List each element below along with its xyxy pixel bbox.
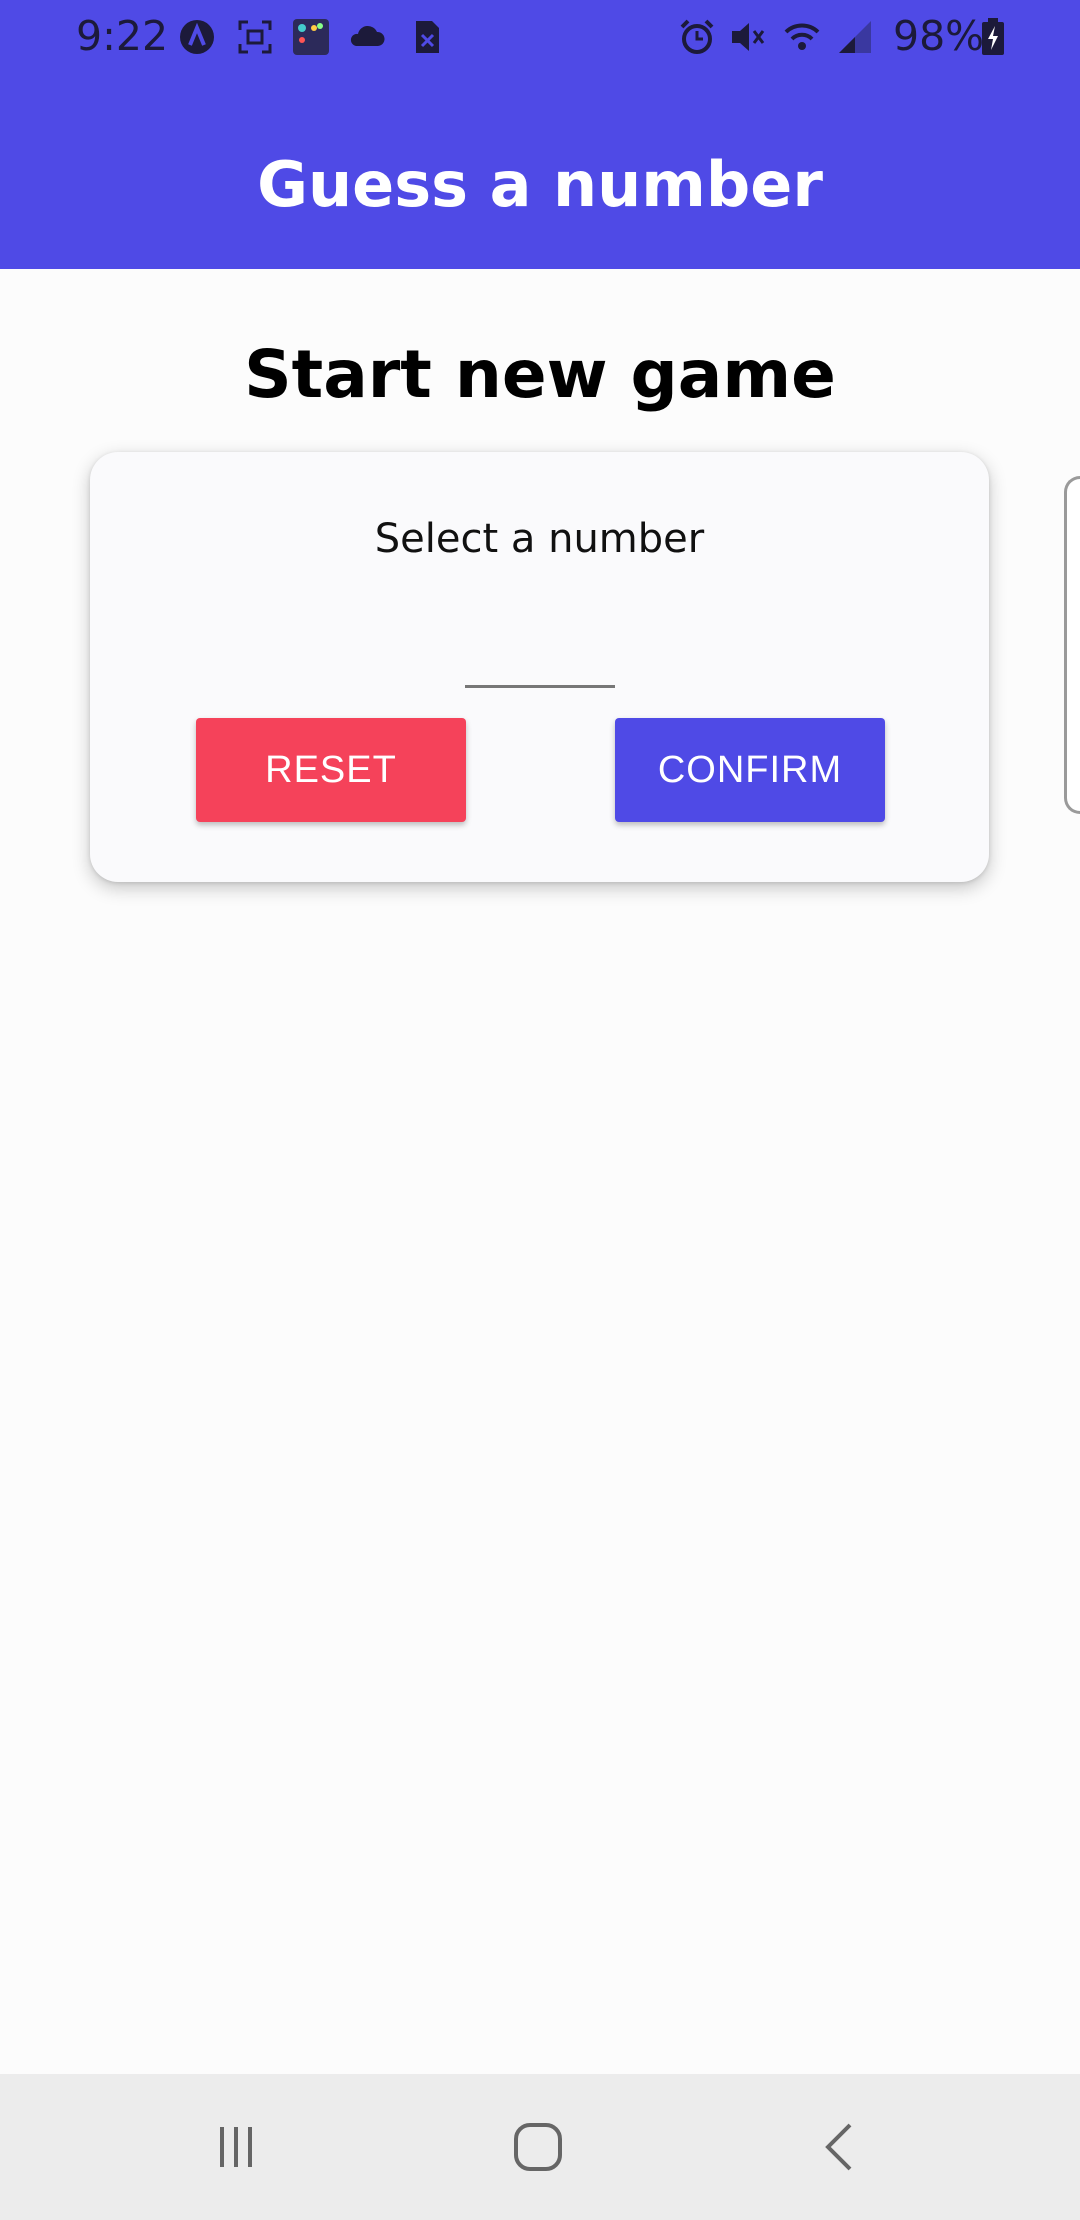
page-title: Start new game xyxy=(244,336,836,413)
home-icon xyxy=(514,2123,562,2171)
app-title: Guess a number xyxy=(257,148,823,221)
alarm-icon xyxy=(680,19,714,54)
battery-percent: 98% xyxy=(893,12,985,60)
reset-button[interactable]: RESET xyxy=(196,718,466,822)
status-time: 9:22 xyxy=(76,12,169,60)
battery-charging-icon xyxy=(982,18,1004,55)
edge-panel-handle[interactable] xyxy=(1064,476,1080,814)
wifi-icon xyxy=(784,23,820,50)
app-grid-icon xyxy=(293,19,329,55)
signal-icon xyxy=(839,21,871,53)
select-number-label: Select a number xyxy=(374,516,705,562)
status-bar: 9:22 98% xyxy=(0,0,1080,72)
recent-apps-icon xyxy=(220,2127,252,2167)
app-a-icon xyxy=(180,20,214,54)
confirm-button[interactable]: CONFIRM xyxy=(615,718,885,822)
app-header: 9:22 98% Guess a number xyxy=(0,0,1080,269)
screenshot-icon xyxy=(238,20,272,54)
back-icon xyxy=(825,2123,852,2171)
system-nav-bar xyxy=(0,2074,1080,2220)
cloud-icon xyxy=(350,25,385,46)
back-button[interactable] xyxy=(770,2074,910,2220)
recent-apps-button[interactable] xyxy=(166,2074,306,2220)
file-icon xyxy=(416,21,439,53)
home-button[interactable] xyxy=(468,2074,608,2220)
number-input[interactable] xyxy=(465,612,615,688)
mute-icon xyxy=(732,23,765,51)
start-game-card: Select a number RESET CONFIRM xyxy=(90,452,989,882)
